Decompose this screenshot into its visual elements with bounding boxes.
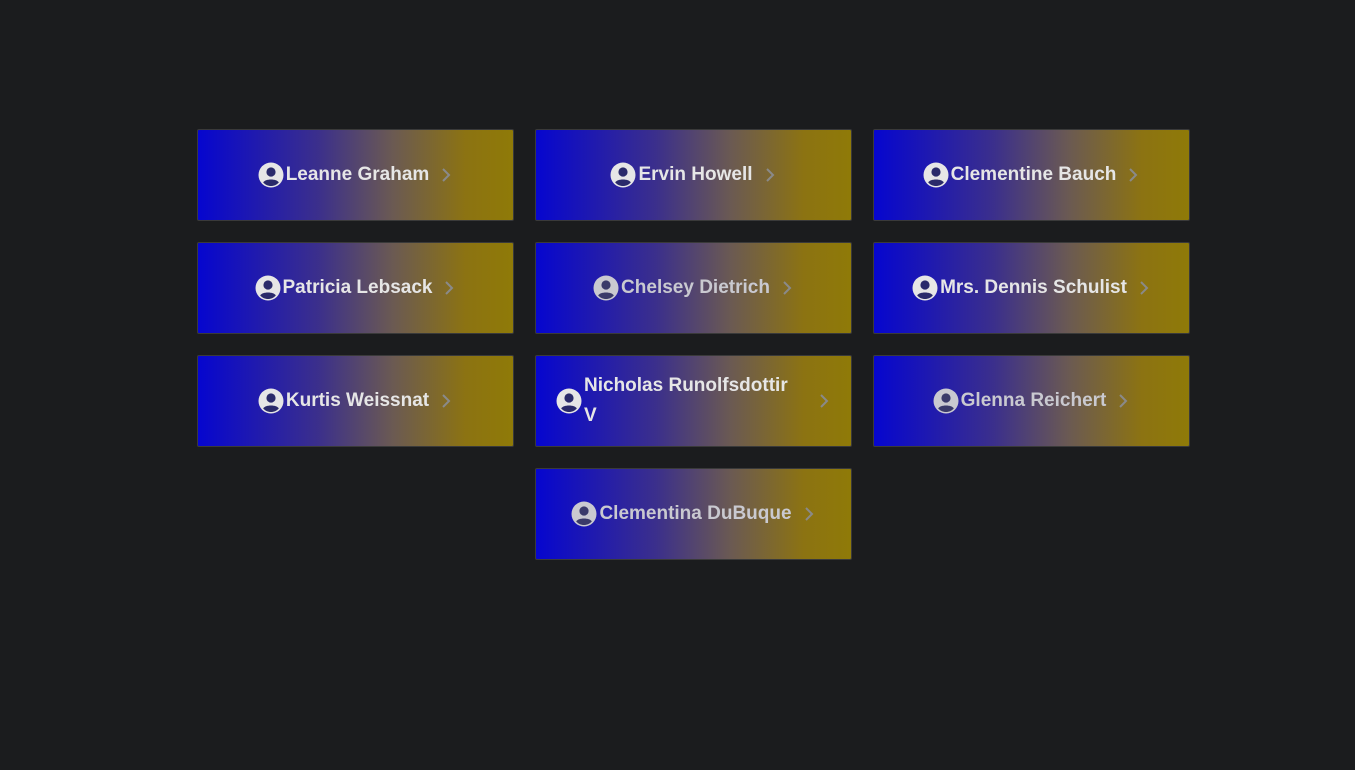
user-card-patricia-lebsack[interactable]: Patricia Lebsack (197, 242, 514, 334)
user-circle-icon (610, 162, 636, 188)
user-card-content: Clementina DuBuque (571, 499, 815, 529)
user-card-content: Glenna Reichert (933, 386, 1131, 416)
chevron-right-icon (439, 165, 453, 185)
user-name: Clementina DuBuque (599, 503, 792, 524)
user-name: Ervin Howell (638, 164, 753, 185)
user-name: Nicholas Runolfsdottir V (584, 375, 788, 426)
chevron-right-icon (763, 165, 777, 185)
chevron-right-icon (780, 278, 794, 298)
user-circle-icon (571, 501, 597, 527)
user-circle-icon (912, 275, 938, 301)
user-card-content: Leanne Graham (258, 160, 454, 190)
user-card-glenna-reichert[interactable]: Glenna Reichert (873, 355, 1190, 447)
user-circle-icon (255, 275, 281, 301)
chevron-right-icon (439, 391, 453, 411)
user-card-content: Nicholas Runolfsdottir V (556, 371, 831, 431)
user-name: Leanne Graham (285, 164, 430, 185)
chevron-right-icon (442, 278, 456, 298)
user-circle-icon (933, 388, 959, 414)
user-card-ervin-howell[interactable]: Ervin Howell (535, 129, 852, 221)
chevron-right-icon (1116, 391, 1130, 411)
user-card-content: Kurtis Weissnat (258, 386, 453, 416)
user-circle-icon (593, 275, 619, 301)
user-card-kurtis-weissnat[interactable]: Kurtis Weissnat (197, 355, 514, 447)
user-card-clementina-dubuque[interactable]: Clementina DuBuque (535, 468, 852, 560)
user-card-content: Patricia Lebsack (255, 273, 457, 303)
user-card-nicholas-runolfsdottir-v[interactable]: Nicholas Runolfsdottir V (535, 355, 852, 447)
user-card-grid: Leanne Graham Ervin Howell Clementine Ba… (197, 129, 1190, 560)
user-card-clementine-bauch[interactable]: Clementine Bauch (873, 129, 1190, 221)
user-card-content: Clementine Bauch (923, 160, 1141, 190)
chevron-right-icon (1137, 278, 1151, 298)
user-name: Chelsey Dietrich (621, 277, 770, 298)
user-name: Clementine Bauch (950, 164, 1117, 185)
user-name: Glenna Reichert (960, 390, 1107, 411)
user-card-content: Mrs. Dennis Schulist (912, 273, 1151, 303)
user-circle-icon (258, 388, 284, 414)
user-card-mrs-dennis-schulist[interactable]: Mrs. Dennis Schulist (873, 242, 1190, 334)
chevron-right-icon (802, 504, 816, 524)
user-name: Kurtis Weissnat (285, 390, 430, 411)
user-circle-icon (556, 388, 582, 414)
chevron-right-icon (1126, 165, 1140, 185)
user-circle-icon (923, 162, 949, 188)
user-card-content: Ervin Howell (610, 160, 776, 190)
user-circle-icon (258, 162, 284, 188)
chevron-right-icon (817, 391, 831, 411)
user-card-chelsey-dietrich[interactable]: Chelsey Dietrich (535, 242, 852, 334)
user-card-leanne-graham[interactable]: Leanne Graham (197, 129, 514, 221)
user-name: Mrs. Dennis Schulist (940, 277, 1127, 298)
user-name: Patricia Lebsack (282, 277, 433, 298)
user-card-content: Chelsey Dietrich (593, 273, 794, 303)
